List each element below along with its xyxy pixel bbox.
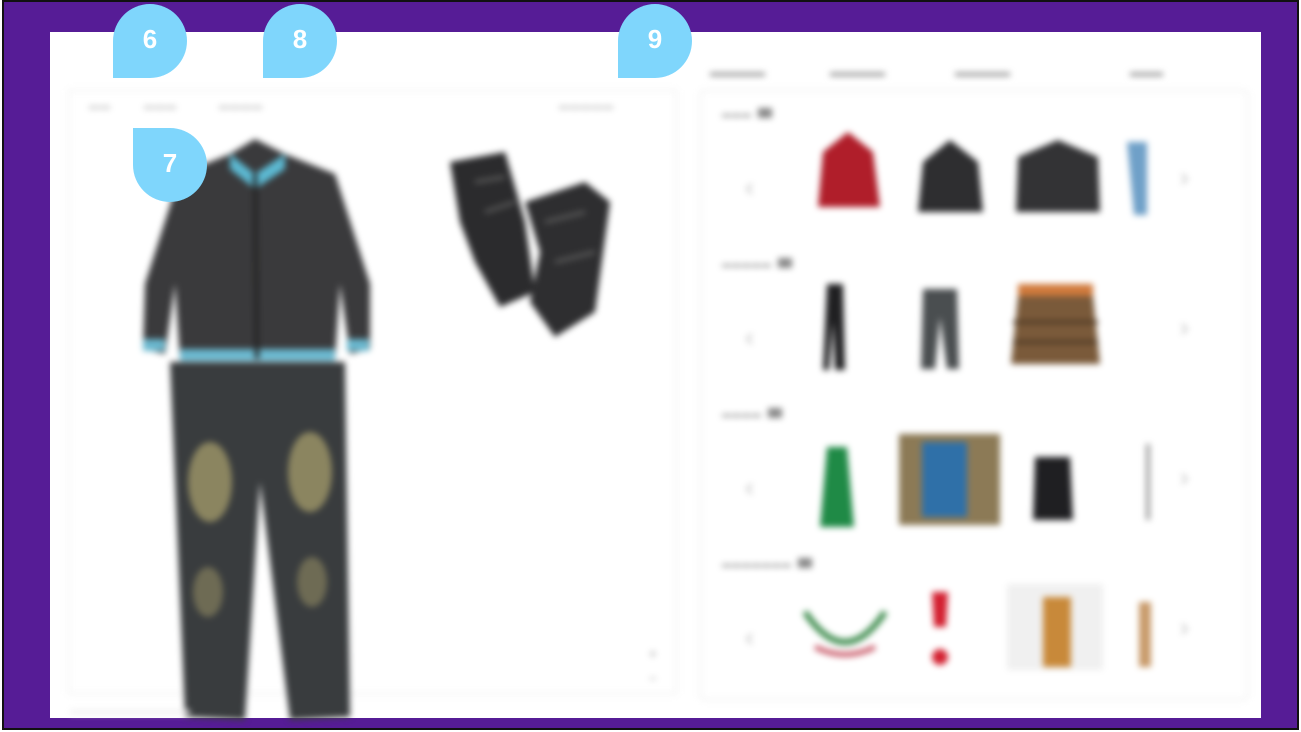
footer-strip: [70, 710, 190, 714]
toolbar-link-1[interactable]: ▬▬: [89, 101, 111, 112]
category-header-accessories[interactable]: ▬▬▬▬▬▬▬: [722, 554, 812, 572]
green-shoe-icon[interactable]: [812, 442, 862, 532]
tab-2[interactable]: ▬▬▬▬▬: [830, 67, 885, 79]
red-pendant-icon[interactable]: [920, 587, 960, 672]
toolbar-link-2[interactable]: ▬▬▬: [144, 101, 177, 112]
category-label: ▬▬▬▬: [722, 409, 762, 419]
prev-arrow-icon[interactable]: ‹: [745, 172, 754, 203]
necklace-icon[interactable]: [795, 592, 895, 672]
category-header-tops[interactable]: ▬▬▬: [722, 104, 772, 122]
toolbar-link-3[interactable]: ▬▬▬▬: [219, 101, 263, 112]
jeans-icon[interactable]: [160, 362, 355, 722]
gloves-icon[interactable]: [445, 142, 620, 342]
callout-number: 8: [292, 23, 308, 54]
callout-7: 7: [133, 128, 207, 202]
category-toggle-icon[interactable]: [798, 557, 812, 568]
callout-6: 6: [113, 4, 187, 78]
next-arrow-icon[interactable]: ›: [1180, 462, 1189, 493]
app-screenshot: ▬▬ ▬▬▬ ▬▬▬▬ ▬▬▬▬▬ + − ▬▬▬▬▬ ▬▬▬▬▬ ▬▬▬▬▬ …: [50, 32, 1261, 720]
dark-hoodie-icon[interactable]: [908, 132, 993, 217]
callout-number: 9: [647, 23, 663, 54]
callout-number: 7: [162, 147, 178, 178]
blue-shoe-box-icon[interactable]: [897, 432, 1002, 527]
next-arrow-icon[interactable]: ›: [1180, 312, 1189, 343]
toolbar-link-4[interactable]: ▬▬▬▬▬: [559, 101, 614, 112]
next-arrow-icon[interactable]: ›: [1180, 612, 1189, 643]
category-toggle-icon[interactable]: [778, 257, 792, 268]
prev-arrow-icon[interactable]: ‹: [745, 472, 754, 503]
blue-partial-icon[interactable]: [1122, 137, 1152, 217]
category-header-shoes[interactable]: ▬▬▬▬: [722, 404, 782, 422]
dark-jacket-icon[interactable]: [1008, 132, 1108, 217]
tab-3[interactable]: ▬▬▬▬▬: [955, 67, 1010, 79]
callout-9: 9: [618, 4, 692, 78]
black-boot-icon[interactable]: [1025, 452, 1080, 522]
category-label: ▬▬▬▬▬: [722, 259, 772, 269]
category-label: ▬▬▬▬▬▬▬: [722, 559, 792, 569]
prev-arrow-icon[interactable]: ‹: [745, 622, 754, 653]
callout-8: 8: [263, 4, 337, 78]
grey-jeans-icon[interactable]: [915, 287, 965, 372]
tab-1[interactable]: ▬▬▬▬▬: [710, 67, 765, 79]
category-label: ▬▬▬: [722, 109, 752, 119]
callout-number: 6: [142, 23, 158, 54]
zoom-out-icon[interactable]: −: [649, 671, 657, 686]
prev-arrow-icon[interactable]: ‹: [745, 322, 754, 353]
brown-skirt-icon[interactable]: [1008, 282, 1103, 367]
category-toggle-icon[interactable]: [758, 107, 772, 118]
zoom-in-icon[interactable]: +: [649, 646, 657, 661]
category-toggle-icon[interactable]: [768, 407, 782, 418]
tab-4[interactable]: ▬▬▬: [1130, 67, 1163, 79]
blurred-content: ▬▬ ▬▬▬ ▬▬▬▬ ▬▬▬▬▬ + − ▬▬▬▬▬ ▬▬▬▬▬ ▬▬▬▬▬ …: [50, 32, 1261, 720]
red-hoodie-icon[interactable]: [798, 127, 898, 217]
category-header-bottoms[interactable]: ▬▬▬▬▬: [722, 254, 792, 272]
tan-bag-icon[interactable]: [1005, 582, 1105, 672]
partial-item-icon[interactable]: [1135, 592, 1155, 672]
black-pants-icon[interactable]: [815, 282, 855, 372]
next-arrow-icon[interactable]: ›: [1180, 162, 1189, 193]
thin-item-icon[interactable]: [1142, 442, 1154, 522]
